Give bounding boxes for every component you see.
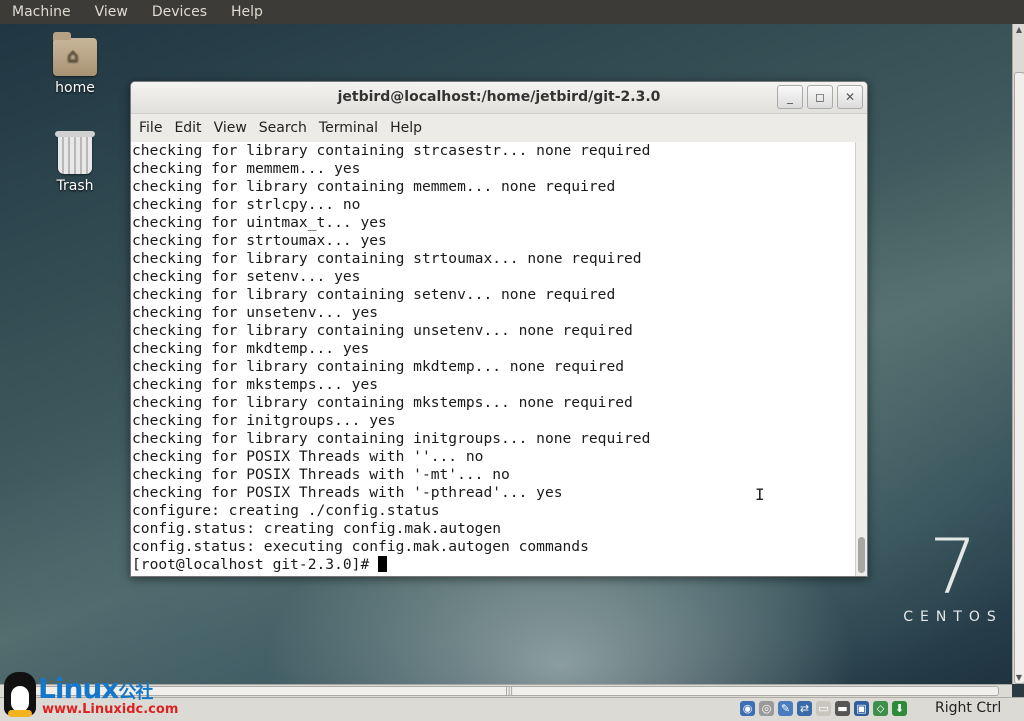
terminal-line: checking for strtoumax... yes — [132, 232, 387, 249]
watermark-url: www.Linuxidc.com — [42, 702, 179, 717]
terminal-line: checking for initgroups... yes — [132, 412, 396, 429]
terminal-line: checking for library containing strtouma… — [132, 250, 642, 267]
display-icon[interactable]: ▬ — [835, 701, 850, 716]
host-menu-help[interactable]: Help — [219, 0, 275, 24]
terminal-line: checking for library containing mkdtemp.… — [132, 358, 625, 375]
terminal-scrollbar-thumb[interactable] — [858, 537, 865, 573]
close-button[interactable]: ✕ — [837, 85, 863, 109]
terminal-line: checking for strlcpy... no — [132, 196, 361, 213]
network-icon[interactable]: ⇄ — [797, 701, 812, 716]
terminal-menubar: File Edit View Search Terminal Help — [131, 114, 867, 142]
desktop-icon-label: home — [55, 80, 95, 96]
terminal-line: checking for unsetenv... yes — [132, 304, 379, 321]
menu-help[interactable]: Help — [384, 120, 428, 136]
video-capture-icon[interactable]: ▣ — [854, 701, 869, 716]
minimize-icon: _ — [787, 90, 793, 104]
vm-vertical-scrollbar-thumb[interactable] — [1014, 72, 1024, 684]
terminal-line: checking for mkdtemp... yes — [132, 340, 370, 357]
desktop-icon-trash[interactable]: Trash — [30, 131, 120, 194]
maximize-icon: ◻ — [815, 90, 825, 104]
terminal-line: checking for library containing strcases… — [132, 142, 651, 159]
mouse-integration-icon[interactable]: ⬦ — [873, 701, 888, 716]
linuxidc-watermark: Linux公社 www.Linuxidc.com — [0, 670, 190, 720]
menu-view[interactable]: View — [208, 120, 253, 136]
host-menu-machine[interactable]: Machine — [0, 0, 83, 24]
ibeam-cursor-icon: I — [755, 485, 765, 504]
watermark-brand-cn: 公社 — [118, 682, 153, 703]
shared-folder-icon[interactable]: ▭ — [816, 701, 831, 716]
terminal-title: jetbird@localhost:/home/jetbird/git-2.3.… — [337, 89, 661, 105]
maximize-button[interactable]: ◻ — [807, 85, 833, 109]
keyboard-icon[interactable]: ⬇ — [892, 701, 907, 716]
terminal-line: checking for mkstemps... yes — [132, 376, 379, 393]
terminal-line: checking for library containing unsetenv… — [132, 322, 633, 339]
menu-edit[interactable]: Edit — [168, 120, 207, 136]
centos-logo: 7 CENTOS — [898, 522, 1008, 626]
terminal-line: config.status: executing config.mak.auto… — [132, 538, 589, 555]
scroll-up-icon[interactable]: ▲ — [1013, 24, 1024, 36]
terminal-line: checking for POSIX Threads with '-pthrea… — [132, 484, 563, 501]
terminal-line: checking for uintmax_t... yes — [132, 214, 387, 231]
terminal-line: checking for library containing initgrou… — [132, 430, 651, 447]
centos-logo-word: CENTOS — [903, 609, 1003, 625]
centos-logo-numeral: 7 — [928, 522, 978, 611]
terminal-scrollbar[interactable] — [855, 142, 867, 576]
menu-file[interactable]: File — [133, 120, 168, 136]
terminal-line: checking for library containing mkstemps… — [132, 394, 633, 411]
host-menu-devices[interactable]: Devices — [140, 0, 219, 24]
terminal-line: checking for memmem... yes — [132, 160, 361, 177]
harddisk-icon[interactable]: ◉ — [740, 701, 755, 716]
terminal-line: config.status: creating config.mak.autog… — [132, 520, 502, 537]
usb-icon[interactable]: ✎ — [778, 701, 793, 716]
desktop-icon-home[interactable]: ⌂ home — [30, 32, 120, 96]
terminal-prompt-line[interactable]: [root@localhost git-2.3.0]# — [131, 556, 855, 574]
terminal-line: checking for setenv... yes — [132, 268, 361, 285]
status-indicators: ◉ ◎ ✎ ⇄ ▭ ▬ ▣ ⬦ ⬇ — [740, 701, 907, 716]
menu-search[interactable]: Search — [253, 120, 313, 136]
terminal-output[interactable]: checking for library containing strcases… — [131, 142, 855, 576]
terminal-line: checking for POSIX Threads with ''... no — [132, 448, 484, 465]
home-folder-icon: ⌂ — [53, 32, 97, 76]
tux-penguin-icon — [4, 672, 36, 717]
cdrom-icon[interactable]: ◎ — [759, 701, 774, 716]
terminal-titlebar[interactable]: jetbird@localhost:/home/jetbird/git-2.3.… — [131, 82, 867, 114]
scroll-grip-icon: ||| — [505, 686, 514, 695]
vm-vertical-scrollbar[interactable]: ▲ ▼ — [1012, 24, 1024, 684]
host-menu-view[interactable]: View — [83, 0, 140, 24]
terminal-line: configure: creating ./config.status — [132, 502, 440, 519]
close-icon: ✕ — [844, 90, 856, 104]
terminal-line: checking for library containing memmem..… — [132, 178, 616, 195]
watermark-brand-text: Linux — [38, 672, 119, 705]
scroll-down-icon[interactable]: ▼ — [1013, 672, 1024, 684]
watermark-brand: Linux公社 — [38, 672, 153, 705]
terminal-line: checking for POSIX Threads with '-mt'...… — [132, 466, 510, 483]
minimize-button[interactable]: _ — [777, 85, 803, 109]
terminal-prompt: [root@localhost git-2.3.0]# — [132, 556, 379, 573]
terminal-line: checking for library containing setenv..… — [132, 286, 616, 303]
menu-terminal[interactable]: Terminal — [313, 120, 384, 136]
host-key-label: Right Ctrl — [935, 700, 1002, 716]
desktop-icon-label: Trash — [56, 178, 94, 194]
text-cursor — [378, 556, 388, 572]
host-menubar: Machine View Devices Help — [0, 0, 1024, 24]
trash-icon — [55, 131, 95, 174]
